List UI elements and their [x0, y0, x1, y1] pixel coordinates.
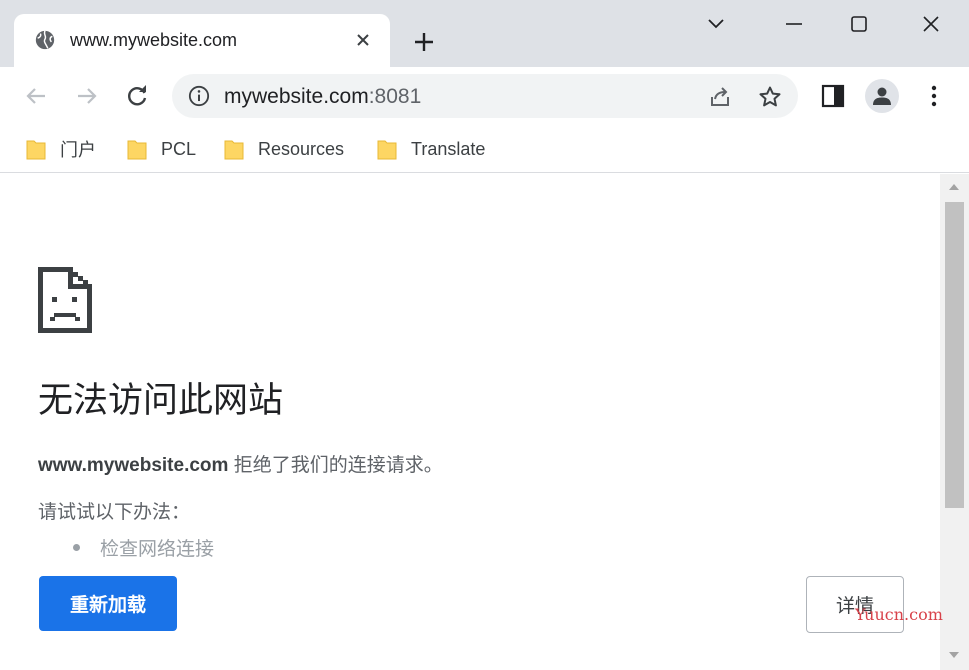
bookmark-label: Translate — [411, 138, 486, 159]
new-tab-button[interactable] — [410, 28, 438, 56]
url-port: :8081 — [368, 85, 422, 108]
url-host: mywebsite.com — [224, 85, 369, 108]
folder-icon — [26, 140, 46, 160]
menu-button[interactable] — [922, 83, 946, 109]
chevron-down-icon — [708, 19, 724, 29]
reload-page-button[interactable]: 重新加载 — [39, 576, 177, 631]
bookmark-folder-resources[interactable]: Resources — [224, 135, 344, 163]
error-heading: 无法访问此网站 — [38, 381, 284, 420]
bookmark-label: Resources — [258, 138, 345, 159]
star-icon[interactable] — [758, 85, 782, 109]
plus-icon — [415, 33, 433, 51]
globe-icon — [35, 30, 55, 50]
maximize-button[interactable] — [845, 10, 873, 38]
info-icon[interactable] — [188, 85, 210, 107]
profile-button[interactable] — [865, 79, 899, 113]
suggestion-text: 检查网络连接 — [100, 539, 215, 560]
sad-page-icon — [38, 267, 92, 333]
close-icon — [923, 16, 939, 32]
toolbar: mywebsite.com:8081 — [0, 67, 969, 125]
maximize-icon — [851, 16, 867, 32]
scroll-down-arrow[interactable] — [949, 652, 959, 658]
suggestion-item: 检查网络连接 — [72, 534, 215, 561]
scroll-up-arrow[interactable] — [949, 184, 959, 190]
minimize-icon — [786, 23, 802, 25]
reload-button[interactable] — [122, 81, 152, 111]
address-bar[interactable]: mywebsite.com:8081 — [172, 74, 798, 118]
tab-title: www.mywebsite.com — [70, 30, 238, 50]
reload-icon — [128, 85, 147, 106]
watermark: Yuucn.com — [855, 605, 943, 624]
error-message-text: 拒绝了我们的连接请求。 — [228, 455, 443, 476]
minimize-button[interactable] — [780, 10, 808, 38]
forward-button[interactable] — [72, 81, 102, 111]
arrow-right-icon — [78, 88, 97, 104]
folder-icon — [377, 140, 397, 160]
error-page: 无法访问此网站 www.mywebsite.com 拒绝了我们的连接请求。 请试… — [0, 174, 940, 670]
kebab-menu-icon — [931, 85, 937, 107]
vertical-scrollbar[interactable] — [940, 174, 969, 670]
try-label: 请试试以下办法： — [38, 502, 191, 523]
close-icon — [357, 34, 369, 46]
person-icon — [873, 87, 891, 105]
share-icon[interactable] — [708, 85, 732, 109]
tab-close-button[interactable] — [352, 29, 374, 51]
url-text[interactable]: mywebsite.com:8081 — [224, 85, 421, 109]
arrow-left-icon — [26, 88, 45, 104]
back-button[interactable] — [21, 81, 51, 111]
bookmarks-bar: 门户 PCL Resources Translate — [0, 125, 969, 173]
bookmark-folder-translate[interactable]: Translate — [377, 135, 485, 163]
folder-icon — [127, 140, 147, 160]
window-close-button[interactable] — [917, 10, 945, 38]
error-host: www.mywebsite.com — [38, 455, 229, 476]
scroll-thumb[interactable] — [945, 202, 964, 508]
bookmark-folder-pcl[interactable]: PCL — [127, 135, 196, 163]
folder-icon — [224, 140, 244, 160]
bookmark-folder-portal[interactable]: 门户 — [26, 135, 96, 163]
tab-search-button[interactable] — [702, 10, 730, 38]
tab-strip: www.mywebsite.com — [0, 0, 969, 67]
bookmark-label: PCL — [161, 138, 197, 159]
error-message: www.mywebsite.com 拒绝了我们的连接请求。 — [38, 450, 443, 477]
bookmark-label: 门户 — [60, 140, 96, 160]
side-panel-icon[interactable] — [820, 83, 846, 109]
active-tab[interactable]: www.mywebsite.com — [14, 14, 390, 67]
